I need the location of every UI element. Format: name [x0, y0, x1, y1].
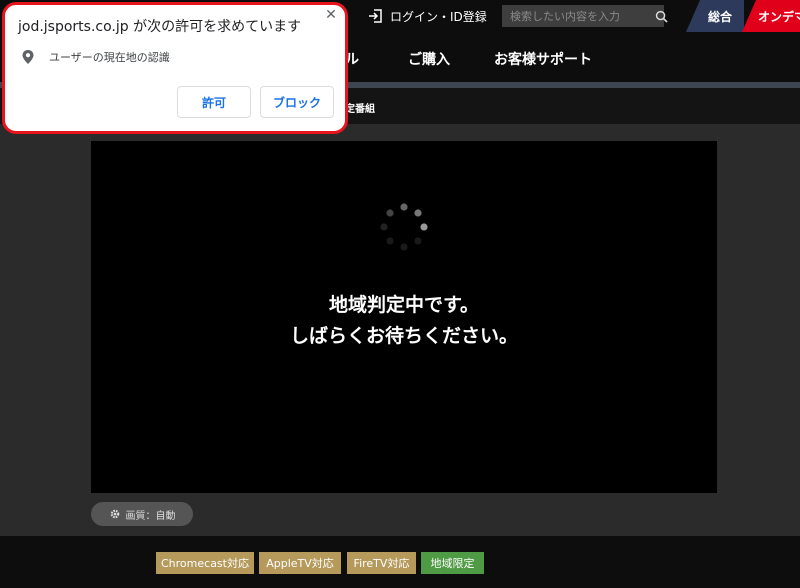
tag-region-limited: 地域限定 [421, 552, 484, 574]
tag-firetv: FireTV対応 [347, 552, 416, 574]
location-permission-popup: jod.jsports.co.jp が次の許可を求めています ✕ ユーザーの現在… [2, 2, 348, 134]
login-label: ログイン・ID登録 [390, 9, 487, 24]
close-icon[interactable]: ✕ [323, 7, 339, 23]
login-link[interactable]: ログイン・ID登録 [368, 7, 487, 25]
block-button[interactable]: ブロック [260, 86, 334, 118]
quality-label: 画質：自動 [125, 510, 176, 522]
quality-button[interactable]: 画質：自動 [91, 502, 193, 526]
allow-button[interactable]: 許可 [177, 86, 251, 118]
please-wait-message: しばらくお待ちください。 [289, 325, 518, 347]
nav-item-purchase[interactable]: ご購入 [408, 49, 450, 69]
popup-title: jod.jsports.co.jp が次の許可を求めています [18, 19, 302, 35]
search-input[interactable] [502, 5, 655, 27]
permission-row: ユーザーの現在地の認識 [21, 49, 170, 65]
tab-ondemand[interactable]: オンデマ [742, 0, 800, 32]
permission-label: ユーザーの現在地の認識 [49, 51, 170, 64]
search-icon[interactable] [655, 5, 668, 27]
region-check-message: 地域判定中です。 [328, 294, 480, 316]
loading-spinner-icon [380, 203, 428, 251]
search-box [502, 5, 668, 27]
tag-appletv: AppleTV対応 [259, 552, 341, 574]
location-pin-icon [22, 50, 34, 64]
sub-nav-item[interactable]: 定番組 [345, 100, 375, 115]
nav-item-support[interactable]: お客様サポート [494, 49, 592, 69]
tab-sogo[interactable]: 総合 [686, 0, 744, 32]
tag-chromecast: Chromecast対応 [156, 552, 254, 574]
login-icon [369, 9, 382, 23]
video-player[interactable]: 地域判定中です。 しばらくお待ちください。 [91, 141, 717, 493]
gear-icon [110, 509, 119, 519]
